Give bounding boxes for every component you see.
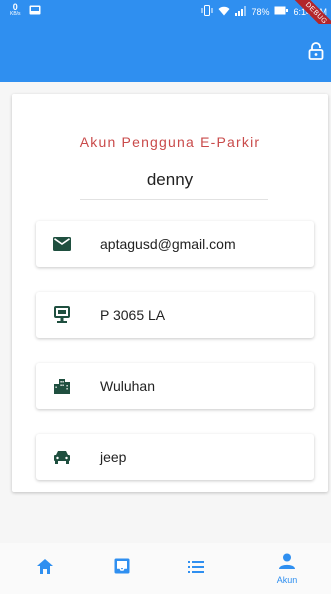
vehicle-value: jeep bbox=[100, 449, 127, 465]
inbox-icon bbox=[114, 558, 130, 579]
net-speed-value: 0 bbox=[12, 2, 18, 12]
nav-akun[interactable]: Akun bbox=[262, 543, 312, 594]
location-value: Wuluhan bbox=[100, 378, 156, 394]
nav-akun-label: Akun bbox=[276, 574, 298, 585]
page-title: Akun Pengguna E-Parkir bbox=[79, 134, 261, 150]
plate-icon bbox=[52, 305, 72, 325]
email-item: aptagusd@gmail.com bbox=[36, 221, 314, 267]
net-speed-unit: KB/s bbox=[10, 11, 21, 17]
plate-value: P 3065 LA bbox=[100, 307, 166, 323]
net-speed: 0 KB/s bbox=[10, 2, 21, 18]
app-bar bbox=[0, 24, 331, 82]
divider bbox=[80, 199, 268, 200]
lock-open-icon bbox=[308, 41, 324, 65]
email-icon bbox=[52, 234, 72, 254]
user-name: denny bbox=[146, 170, 194, 189]
battery-icon bbox=[274, 6, 289, 17]
status-left: 0 KB/s bbox=[10, 2, 41, 18]
nav-inbox[interactable] bbox=[97, 543, 147, 594]
vibrate-icon bbox=[201, 5, 213, 18]
list-icon bbox=[188, 560, 204, 578]
home-icon bbox=[37, 558, 53, 579]
profile-card: Akun Pengguna E-Parkir denny aptagusd@gm… bbox=[12, 94, 328, 492]
status-bar: 0 KB/s 78% 6:14 PM DEBUG bbox=[0, 0, 331, 43]
email-value: aptagusd@gmail.com bbox=[100, 236, 236, 252]
nav-home[interactable] bbox=[20, 543, 70, 594]
gallery-notification-icon bbox=[29, 5, 41, 17]
battery-percent: 78% bbox=[251, 6, 270, 17]
vehicle-item: jeep bbox=[36, 434, 314, 480]
bottom-navigation: Akun bbox=[0, 543, 331, 594]
plate-item: P 3065 LA bbox=[36, 292, 314, 338]
nav-list[interactable] bbox=[171, 543, 221, 594]
car-icon bbox=[52, 447, 72, 467]
wifi-icon bbox=[218, 6, 230, 18]
logout-button[interactable] bbox=[305, 41, 327, 65]
signal-icon bbox=[235, 5, 247, 18]
location-icon bbox=[52, 376, 72, 396]
person-icon bbox=[279, 553, 295, 574]
location-item: Wuluhan bbox=[36, 363, 314, 409]
